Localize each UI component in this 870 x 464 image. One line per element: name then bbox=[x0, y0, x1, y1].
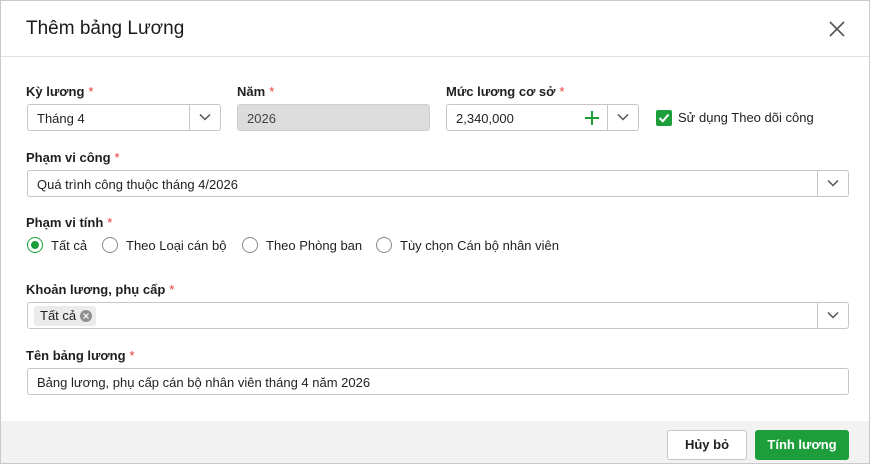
radio-theo-phong-ban[interactable] bbox=[242, 237, 258, 253]
radio-tuy-chon-can-bo-label[interactable]: Tùy chọn Cán bộ nhân viên bbox=[400, 238, 559, 253]
plus-icon bbox=[585, 111, 599, 125]
radio-tuy-chon-can-bo[interactable] bbox=[376, 237, 392, 253]
ky-luong-select[interactable]: Tháng 4 bbox=[27, 104, 221, 131]
chip-label: Tất cả bbox=[40, 308, 77, 323]
radio-tat-ca[interactable] bbox=[27, 237, 43, 253]
muc-luong-label: Mức lương cơ sở * bbox=[446, 84, 565, 99]
chevron-down-icon bbox=[827, 311, 839, 319]
pham-vi-cong-label: Phạm vi công * bbox=[26, 150, 120, 165]
radio-tat-ca-label[interactable]: Tất cả bbox=[51, 238, 87, 253]
pham-vi-cong-dropdown-button[interactable] bbox=[817, 171, 848, 196]
ten-bang-input[interactable]: Bảng lương, phụ cấp cán bộ nhân viên thá… bbox=[27, 368, 849, 395]
theo-doi-cong-checkbox[interactable] bbox=[656, 110, 672, 126]
radio-theo-phong-ban-label[interactable]: Theo Phòng ban bbox=[266, 238, 362, 253]
check-icon bbox=[658, 113, 670, 123]
chevron-down-icon bbox=[617, 113, 629, 121]
khoan-luong-label: Khoản lương, phụ cấp * bbox=[26, 282, 175, 297]
chip-tat-ca: Tất cả bbox=[34, 306, 97, 326]
pham-vi-tinh-label: Phạm vi tính * bbox=[26, 215, 113, 230]
ky-luong-dropdown-button[interactable] bbox=[189, 105, 220, 130]
chevron-down-icon bbox=[199, 113, 211, 121]
dialog-title: Thêm bảng Lương bbox=[26, 18, 185, 39]
khoan-luong-dropdown-button[interactable] bbox=[817, 303, 848, 328]
calculate-salary-button[interactable]: Tính lương bbox=[755, 430, 849, 460]
nam-value: 2026 bbox=[247, 111, 276, 126]
pham-vi-cong-select[interactable]: Quá trình công thuộc tháng 4/2026 bbox=[27, 170, 849, 197]
dialog-header: Thêm bảng Lương bbox=[1, 1, 869, 57]
chip-remove-icon bbox=[83, 313, 90, 319]
add-payroll-dialog: Thêm bảng Lương Kỳ lương * Tháng 4 Năm * 2… bbox=[0, 0, 870, 464]
add-muc-luong-button[interactable] bbox=[577, 105, 607, 130]
theo-doi-cong-label[interactable]: Sử dụng Theo dõi công bbox=[678, 110, 814, 125]
radio-theo-loai-can-bo[interactable] bbox=[102, 237, 118, 253]
pham-vi-cong-value: Quá trình công thuộc tháng 4/2026 bbox=[37, 177, 238, 192]
close-button[interactable] bbox=[827, 19, 847, 39]
chevron-down-icon bbox=[827, 179, 839, 187]
nam-field: 2026 bbox=[237, 104, 430, 131]
ky-luong-value: Tháng 4 bbox=[37, 111, 85, 126]
ten-bang-label: Tên bảng lương * bbox=[26, 348, 135, 363]
muc-luong-dropdown-button[interactable] bbox=[607, 105, 638, 130]
khoan-luong-multiselect[interactable]: Tất cả bbox=[27, 302, 849, 329]
radio-theo-loai-can-bo-label[interactable]: Theo Loại cán bộ bbox=[126, 238, 226, 253]
muc-luong-select[interactable]: 2,340,000 bbox=[446, 104, 639, 131]
cancel-button[interactable]: Hủy bỏ bbox=[667, 430, 747, 460]
ky-luong-label: Kỳ lương * bbox=[26, 84, 94, 99]
ten-bang-value: Bảng lương, phụ cấp cán bộ nhân viên thá… bbox=[37, 375, 371, 390]
chip-remove-button[interactable] bbox=[80, 310, 93, 322]
muc-luong-value: 2,340,000 bbox=[456, 111, 514, 126]
nam-label: Năm * bbox=[237, 84, 275, 99]
close-icon bbox=[829, 21, 845, 37]
